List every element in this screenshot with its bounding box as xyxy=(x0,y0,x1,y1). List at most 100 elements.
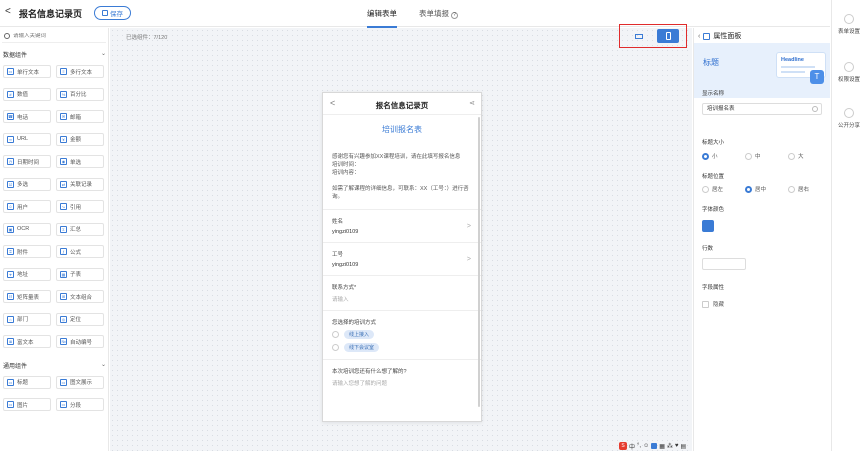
component-label: 分段 xyxy=(70,402,82,409)
component-item[interactable]: ▭ 标题 xyxy=(3,375,51,389)
sogou-icon[interactable]: S xyxy=(619,442,627,450)
ime-item[interactable]: ♥ xyxy=(675,443,679,449)
form-intro[interactable]: 感谢您有兴趣参加XX课程培训，请在此填写报名信息 培训时间： 培训内容： 如需了解课… xyxy=(332,153,472,201)
component-item[interactable]: ☺ 用户 xyxy=(3,200,51,213)
component-icon: ▭ xyxy=(60,378,67,386)
component-type-label: 标题 xyxy=(703,58,719,67)
component-item[interactable]: ▭ 分段 xyxy=(56,398,104,411)
component-item[interactable]: ☑ 多选 xyxy=(3,177,51,191)
component-item[interactable]: # 数值 xyxy=(3,87,51,101)
component-item[interactable]: ⇄ 关联记录 xyxy=(56,177,104,191)
component-icon: № xyxy=(60,338,67,345)
rows-input[interactable] xyxy=(702,258,746,270)
component-item[interactable]: Σ 汇总 xyxy=(56,222,104,236)
right-rail: 表单设置 权限设置 公开分享 xyxy=(831,0,865,451)
component-item[interactable]: ⊞ 文本组合 xyxy=(56,290,104,303)
field-name[interactable]: 姓名 yingzi0109 > xyxy=(323,209,481,242)
field-label: 联系方式* xyxy=(332,285,357,291)
font-color-swatch[interactable] xyxy=(702,220,714,232)
section-header[interactable]: 通用组件 ⌄ xyxy=(3,361,106,370)
component-label: 引用 xyxy=(70,204,82,211)
collapse-icon[interactable]: ‹ xyxy=(698,33,700,40)
component-item[interactable]: ☎ 电话 xyxy=(3,110,51,123)
back-icon[interactable]: < xyxy=(5,6,11,17)
design-canvas[interactable]: 已选组件：7/120 < 报名信息记录页 ⋖ 培训报名表 感谢您有兴趣参加XX课… xyxy=(110,24,692,451)
component-item[interactable]: ◉ 单选 xyxy=(56,155,104,168)
component-item[interactable]: ⌂ 部门 xyxy=(3,312,51,326)
component-item[interactable]: ⌖ 地址 xyxy=(3,267,51,281)
field-label: 工号 xyxy=(332,252,344,258)
component-label: 公式 xyxy=(70,249,82,256)
rail-form-settings[interactable]: 表单设置 xyxy=(832,14,865,35)
size-option-medium[interactable]: 中 xyxy=(745,152,788,160)
mobile-preview: < 报名信息记录页 ⋖ 培训报名表 感谢您有兴趣参加XX课程培训，请在此填写报名… xyxy=(322,92,482,422)
field-contact[interactable]: 联系方式* 请输入 xyxy=(323,275,481,310)
component-item[interactable]: ◎ 定位 xyxy=(56,312,104,326)
field-training-method[interactable]: 您选择的培训方式 线上接入 线下会议室 xyxy=(323,310,481,359)
phone-scrollbar[interactable] xyxy=(478,117,480,407)
search-input[interactable] xyxy=(13,33,93,39)
component-icon: ⌗ xyxy=(7,248,14,255)
pos-option-center[interactable]: 居中 xyxy=(745,185,788,193)
component-item[interactable]: ¥ 金额 xyxy=(56,132,104,146)
help-icon[interactable]: ? xyxy=(451,12,458,19)
component-item[interactable]: ⌗ 附件 xyxy=(3,245,51,258)
field-value: yingzi0109 xyxy=(332,262,359,268)
component-item[interactable]: ✉ 邮箱 xyxy=(56,110,104,123)
display-name-input[interactable]: 培训报名表 xyxy=(702,103,822,115)
component-item[interactable]: ≡ 多行文本 xyxy=(56,65,104,78)
option-chip: 线下会议室 xyxy=(344,343,380,352)
component-item[interactable]: ▭ 图文展示 xyxy=(56,375,104,389)
component-item[interactable]: ▦ 子表 xyxy=(56,267,104,281)
component-item[interactable]: ƒ 公式 xyxy=(56,245,104,258)
desktop-view-button[interactable] xyxy=(628,29,650,43)
headline-text: Headline xyxy=(781,57,804,63)
mobile-view-button[interactable] xyxy=(657,29,679,43)
title-position-label: 标题位置 xyxy=(702,174,725,180)
component-icon: ▭ xyxy=(60,401,67,408)
tab-fill-form[interactable]: 表单填报? xyxy=(419,8,458,19)
component-item[interactable]: ⤷ 引用 xyxy=(56,200,104,213)
save-button[interactable]: 保存 xyxy=(94,6,131,20)
mic-icon[interactable] xyxy=(651,443,658,449)
section-header[interactable]: 数据组件 ⌄ xyxy=(3,50,106,59)
ime-item[interactable]: ▤ xyxy=(680,443,686,450)
component-item[interactable]: ◷ 日期时间 xyxy=(3,155,51,168)
rail-label: 公开分享 xyxy=(837,123,860,129)
radio-option[interactable]: 线下会议室 xyxy=(332,343,472,352)
tab-edit-form[interactable]: 编辑表单 xyxy=(367,8,397,28)
size-option-large[interactable]: 大 xyxy=(788,152,831,160)
clear-icon[interactable] xyxy=(812,106,818,112)
ime-item[interactable]: ⁂ xyxy=(667,443,673,450)
component-icon: ▦ xyxy=(60,270,67,278)
component-icon: ◷ xyxy=(7,158,14,165)
field-questions[interactable]: 本次培训您还有什么想了解的? 请输入您想了解的问题 xyxy=(323,359,481,394)
component-item[interactable]: № 自动编号 xyxy=(56,335,104,348)
component-item[interactable]: ☷ 矩阵量表 xyxy=(3,290,51,303)
rail-permission-settings[interactable]: 权限设置 xyxy=(832,62,865,83)
ime-item[interactable]: ▦ xyxy=(659,443,665,450)
pos-option-left[interactable]: 居左 xyxy=(702,185,745,193)
component-item[interactable]: ▭ 图片 xyxy=(3,398,51,411)
field-employee-id[interactable]: 工号 yingzi0109 > xyxy=(323,242,481,275)
component-label: 单行文本 xyxy=(17,69,40,76)
ime-item[interactable]: ☺ xyxy=(643,443,649,449)
pos-option-right[interactable]: 居右 xyxy=(788,185,831,193)
top-bar: < 报名信息记录页 保存 编辑表单 表单填报? xyxy=(0,0,830,28)
size-option-small[interactable]: 小 xyxy=(702,152,745,160)
form-title[interactable]: 培训报名表 xyxy=(323,124,481,135)
component-item[interactable]: ∞ URL xyxy=(3,132,51,146)
component-item[interactable]: ▭ 单行文本 xyxy=(3,65,51,78)
radio-option[interactable]: 线上接入 xyxy=(332,330,472,339)
ime-item[interactable]: 中 xyxy=(629,442,635,451)
ime-item[interactable]: °, xyxy=(637,443,641,449)
hide-checkbox[interactable]: 隐藏 xyxy=(702,300,724,308)
component-item[interactable]: % 百分比 xyxy=(56,87,104,101)
rail-public-share[interactable]: 公开分享 xyxy=(832,108,865,129)
share-icon[interactable]: ⋖ xyxy=(469,99,475,107)
component-item[interactable]: ≣ 富文本 xyxy=(3,335,51,348)
component-label: 百分比 xyxy=(70,92,87,98)
save-label: 保存 xyxy=(110,11,123,18)
component-item[interactable]: ▣ OCR xyxy=(3,222,51,236)
component-label: OCR xyxy=(17,226,30,232)
